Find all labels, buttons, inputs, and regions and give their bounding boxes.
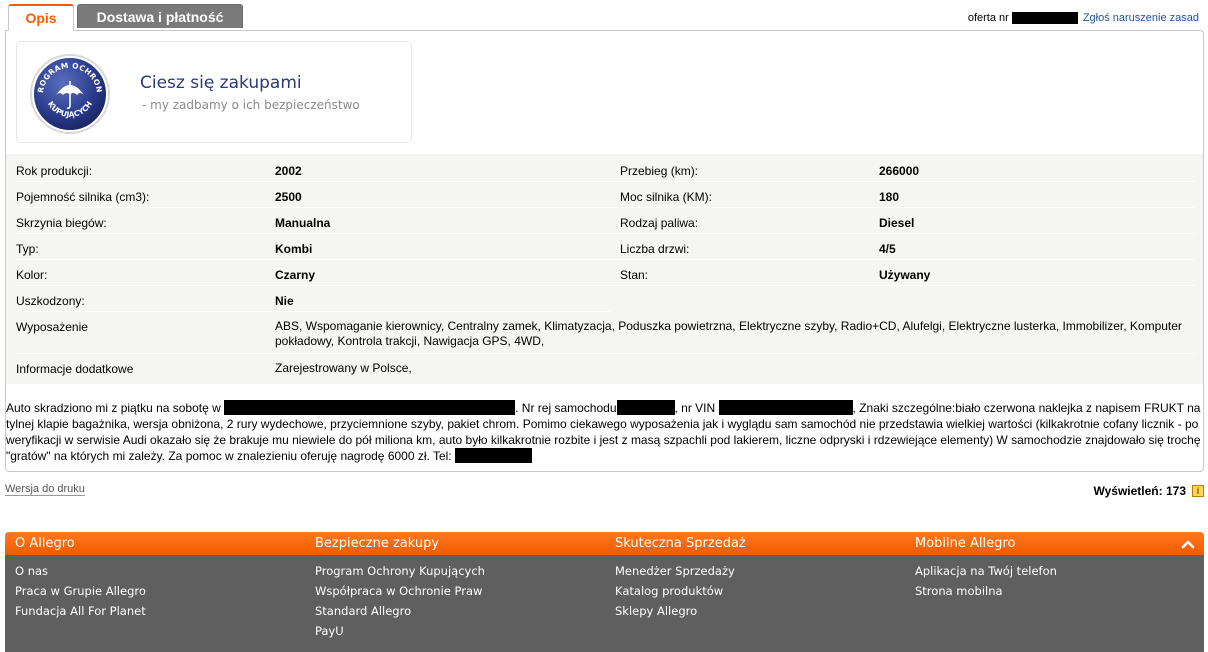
- redacted-vin: [718, 400, 853, 415]
- footer-link[interactable]: Katalog produktów: [615, 582, 905, 602]
- param-row: Uszkodzony: Nie: [16, 286, 610, 312]
- param-row-equipment: Wyposażenie ABS, Wspomaganie kierownicy,…: [16, 312, 1194, 354]
- param-value: Używany: [879, 268, 931, 282]
- param-value: Zarejestrowany w Polsce,: [275, 361, 412, 375]
- tab-dostawa-i-platnosc[interactable]: Dostawa i płatność: [77, 4, 243, 28]
- redacted-phone: [454, 448, 532, 463]
- offer-number-label: oferta nr: [967, 12, 1009, 24]
- footer-link[interactable]: PayU: [315, 622, 605, 642]
- description-panel: PROGRAM OCHRONY KUPUJĄCYCH Ciesz się zak…: [5, 30, 1204, 472]
- chevron-up-icon[interactable]: [1180, 536, 1196, 552]
- buyer-protection-title: Ciesz się zakupami: [140, 73, 302, 93]
- param-row: Kolor: Czarny Stan: Używany: [16, 260, 1194, 286]
- footer-column-title: Skuteczna Sprzedaż: [615, 536, 746, 551]
- info-icon[interactable]: i: [1192, 485, 1204, 497]
- param-label: Informacje dodatkowe: [16, 362, 134, 376]
- footer-link[interactable]: O nas: [15, 562, 305, 582]
- description-text: , nr VIN: [674, 401, 716, 415]
- param-value: 4/5: [879, 242, 896, 256]
- vehicle-parameters: Rok produkcji: 2002 Przebieg (km): 26600…: [6, 154, 1203, 384]
- param-label: Rodzaj paliwa:: [620, 216, 699, 230]
- print-version-link[interactable]: Wersja do druku: [5, 483, 85, 496]
- description-text: . Nr rej samochodu: [515, 401, 617, 415]
- param-value: Nie: [275, 294, 294, 308]
- view-counter: Wyświetleń: 173 i: [1093, 484, 1204, 498]
- views-count: 173: [1165, 484, 1186, 498]
- param-label: Przebieg (km):: [620, 164, 699, 178]
- footer-link[interactable]: Praca w Grupie Allegro: [15, 582, 305, 602]
- param-value: 266000: [879, 164, 920, 178]
- param-row: Typ: Kombi Liczba drzwi: 4/5: [16, 234, 1194, 260]
- description-text: Auto skradziono mi z piątku na sobotę w: [6, 401, 221, 415]
- footer-link[interactable]: Sklepy Allegro: [615, 602, 905, 622]
- param-label: Liczba drzwi:: [620, 242, 690, 256]
- footer-column-title: Mobilne Allegro: [915, 536, 1016, 551]
- footer-column-title: Bezpieczne zakupy: [315, 536, 440, 551]
- buyer-protection-box[interactable]: PROGRAM OCHRONY KUPUJĄCYCH Ciesz się zak…: [16, 41, 412, 143]
- site-footer: O Allegro O nas Praca w Grupie Allegro F…: [5, 532, 1204, 652]
- param-value: Kombi: [275, 242, 313, 256]
- footer-column-mobilne-allegro: Mobilne Allegro Aplikacja na Twój telefo…: [915, 532, 1204, 602]
- param-value: Czarny: [275, 268, 316, 282]
- param-value: 180: [879, 190, 900, 204]
- param-label: Skrzynia biegów:: [16, 216, 107, 230]
- param-label: Uszkodzony:: [16, 294, 85, 308]
- views-label: Wyświetleń:: [1093, 484, 1163, 498]
- offer-info: oferta nr Zgłoś naruszenie zasad: [968, 12, 1199, 24]
- param-label: Rok produkcji:: [16, 164, 93, 178]
- param-row: Rok produkcji: 2002 Przebieg (km): 26600…: [16, 156, 1194, 182]
- footer-link[interactable]: Fundacja All For Planet: [15, 602, 305, 622]
- redacted-offer-number: [1011, 12, 1078, 24]
- footer-link[interactable]: Program Ochrony Kupujących: [315, 562, 605, 582]
- footer-column-bezpieczne-zakupy: Bezpieczne zakupy Program Ochrony Kupują…: [315, 532, 605, 642]
- report-violation-link[interactable]: Zgłoś naruszenie zasad: [1083, 12, 1199, 24]
- footer-link[interactable]: Standard Allegro: [315, 602, 605, 622]
- buyer-protection-subtitle: - my zadbamy o ich bezpieczeństwo: [142, 98, 360, 112]
- param-value: Diesel: [879, 216, 915, 230]
- redacted-plate: [616, 400, 675, 415]
- seller-description: Auto skradziono mi z piątku na sobotę w …: [6, 400, 1201, 464]
- param-row: Skrzynia biegów: Manualna Rodzaj paliwa:…: [16, 208, 1194, 234]
- footer-column-o-allegro: O Allegro O nas Praca w Grupie Allegro F…: [15, 532, 305, 622]
- footer-column-title: O Allegro: [15, 536, 75, 551]
- param-label: Kolor:: [16, 268, 48, 282]
- param-value: Manualna: [275, 216, 331, 230]
- param-value: 2002: [275, 164, 302, 178]
- param-label: Pojemność silnika (cm3):: [16, 190, 150, 204]
- equipment-list: ABS, Wspomaganie kierownicy, Centralny z…: [275, 319, 1182, 348]
- param-label: Wyposażenie: [16, 320, 88, 334]
- param-row: Pojemność silnika (cm3): 2500 Moc silnik…: [16, 182, 1194, 208]
- buyer-protection-badge-icon: PROGRAM OCHRONY KUPUJĄCYCH: [29, 53, 110, 134]
- param-value: 2500: [275, 190, 302, 204]
- param-label: Typ:: [16, 242, 39, 256]
- tab-opis[interactable]: Opis: [8, 4, 74, 31]
- param-label: Moc silnika (KM):: [620, 190, 713, 204]
- footer-column-skuteczna-sprzedaz: Skuteczna Sprzedaż Menedżer Sprzedaży Ka…: [615, 532, 905, 622]
- footer-link[interactable]: Strona mobilna: [915, 582, 1204, 602]
- param-row-additional: Informacje dodatkowe Zarejestrowany w Po…: [16, 354, 1194, 381]
- redacted-location: [224, 400, 516, 415]
- footer-link[interactable]: Współpraca w Ochronie Praw: [315, 582, 605, 602]
- footer-link[interactable]: Menedżer Sprzedaży: [615, 562, 905, 582]
- footer-link[interactable]: Aplikacja na Twój telefon: [915, 562, 1204, 582]
- param-label: Stan:: [620, 268, 649, 282]
